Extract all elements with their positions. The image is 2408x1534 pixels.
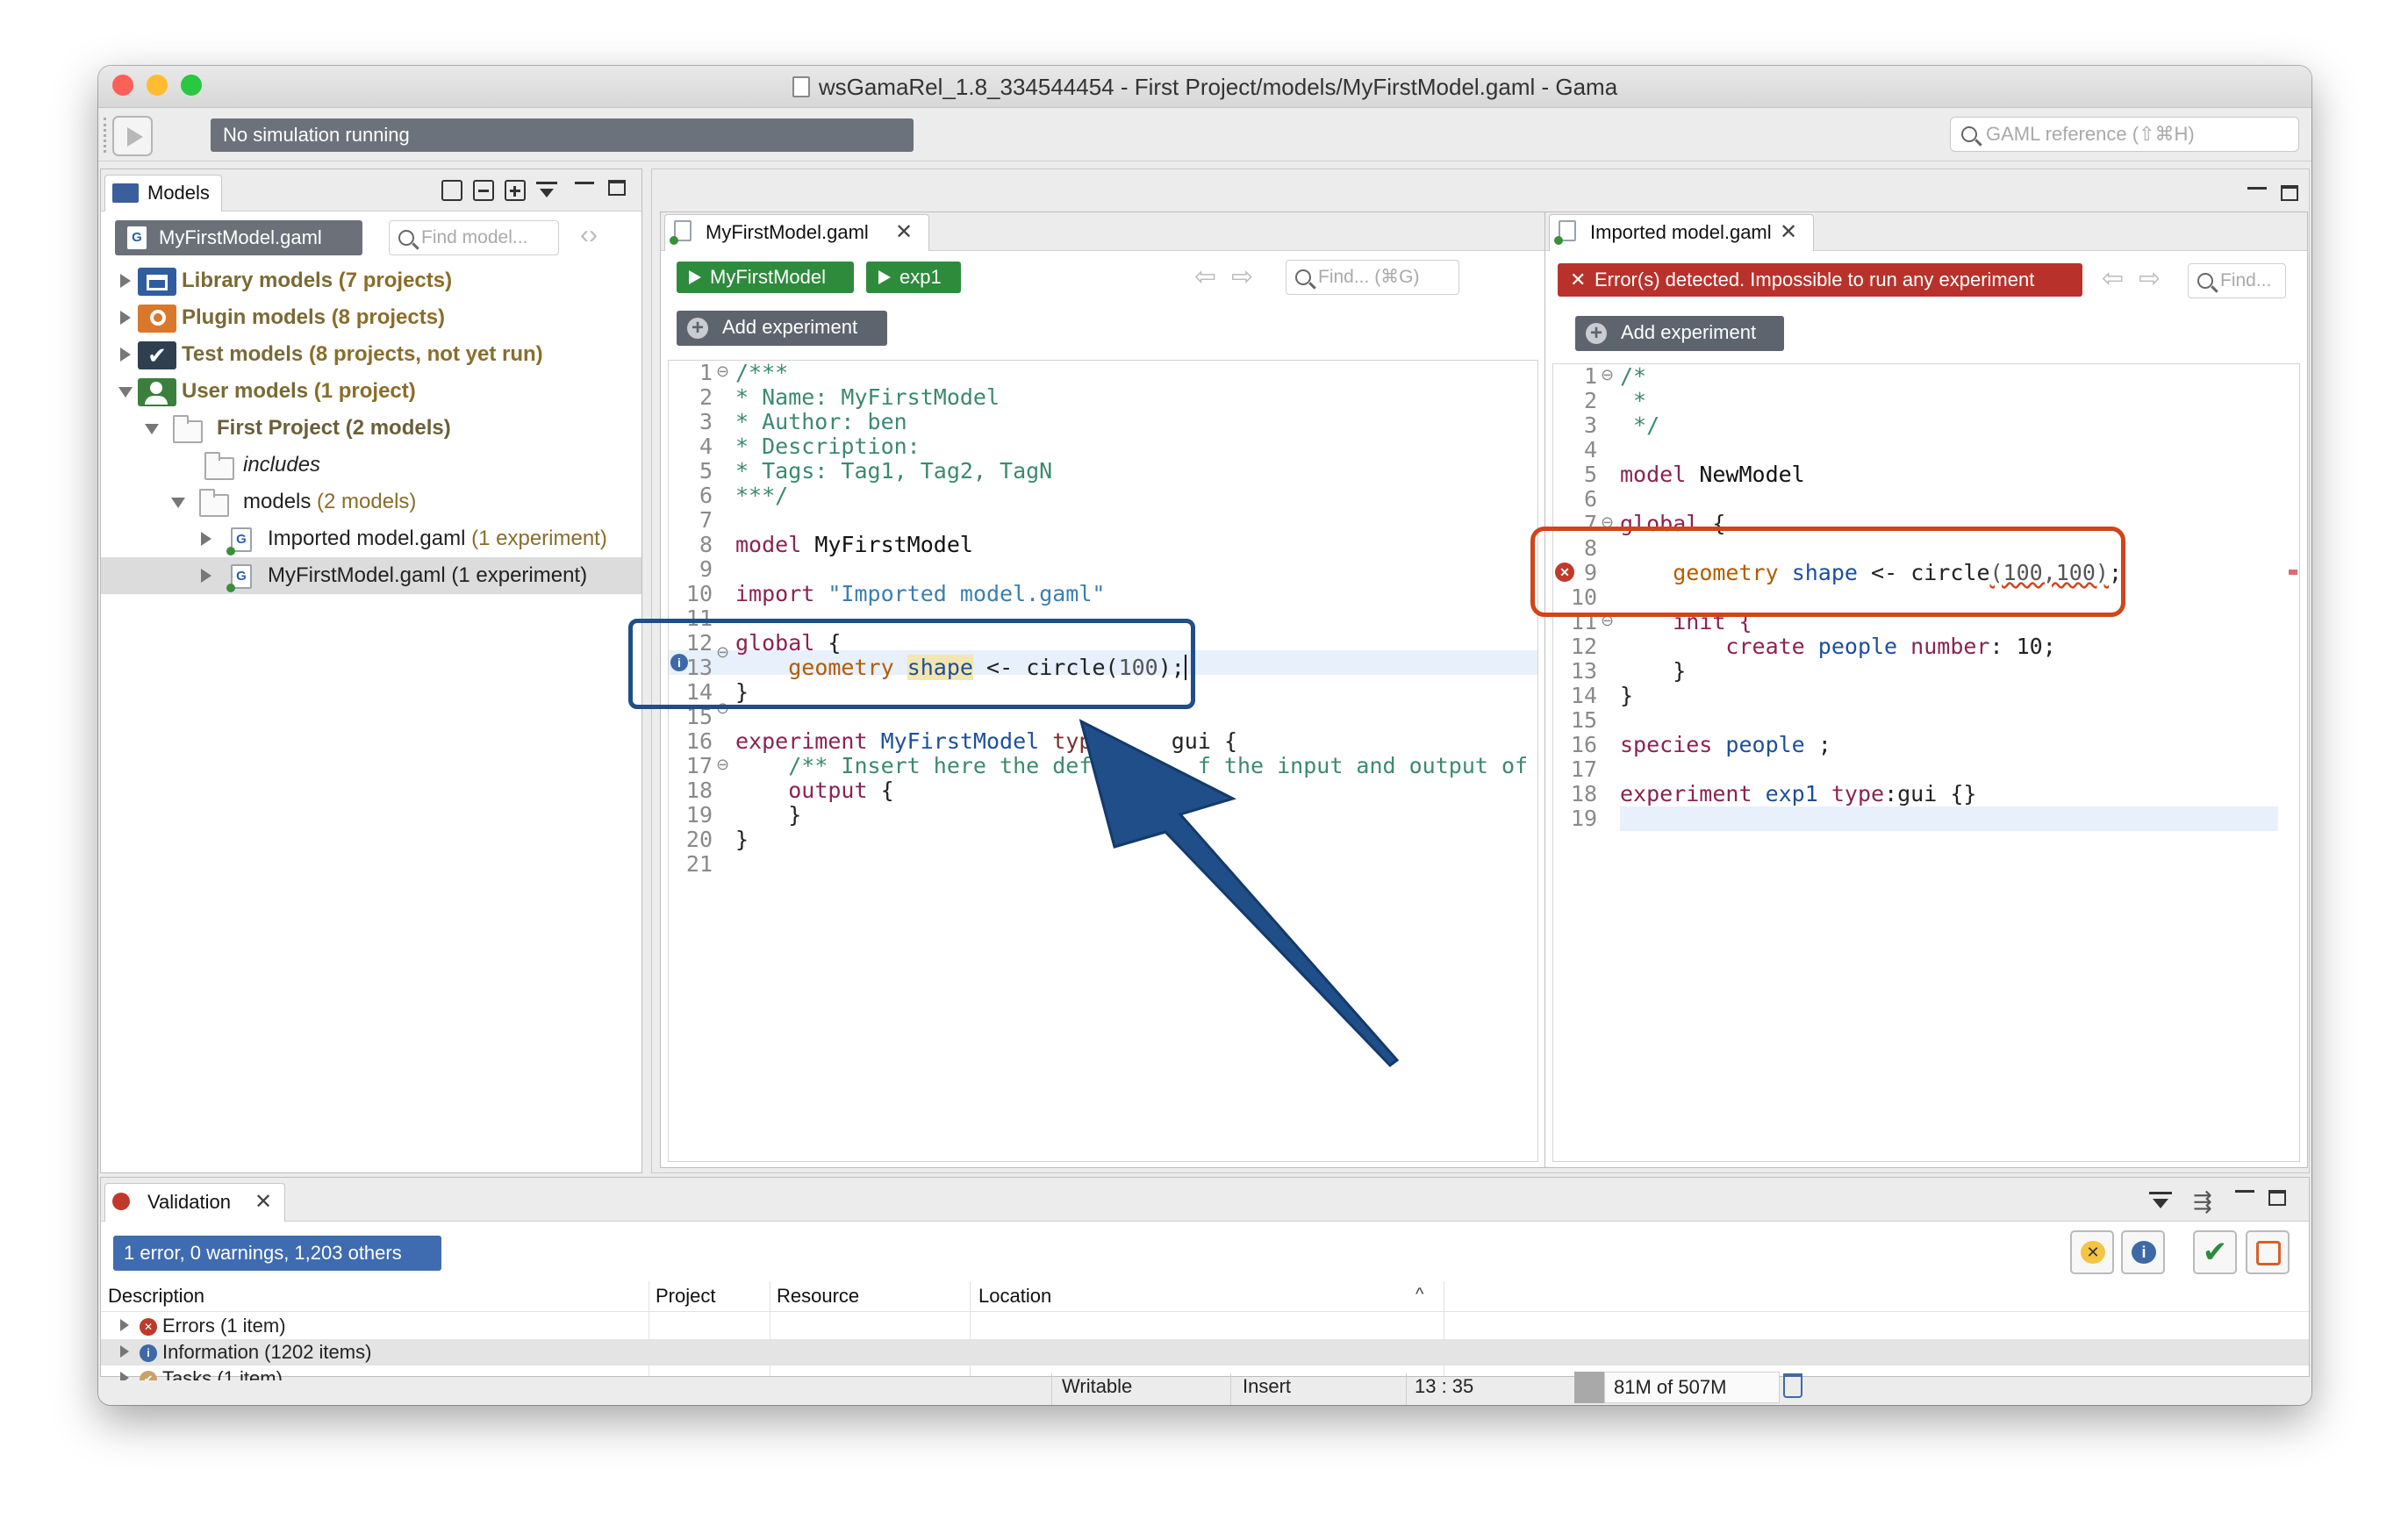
annotation-arrow <box>1079 719 1400 1067</box>
arrow-shape <box>1079 719 1400 1067</box>
